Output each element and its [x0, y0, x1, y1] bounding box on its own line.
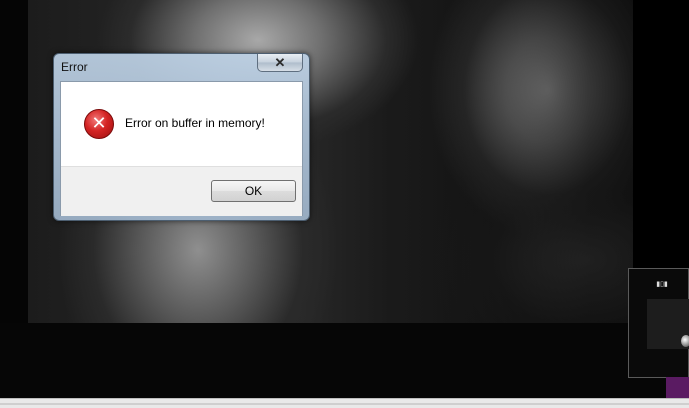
button-area: OK [61, 166, 302, 216]
message-area: ✕ Error on buffer in memory! [61, 82, 302, 166]
taskbar-tab[interactable] [666, 377, 689, 398]
error-message: Error on buffer in memory! [125, 116, 265, 130]
status-strip [0, 398, 689, 408]
close-button[interactable]: ✕ [257, 54, 303, 72]
dialog-title: Error [61, 60, 88, 74]
error-dialog: Error ✕ ✕ Error on buffer in memory! OK [53, 53, 310, 221]
video-shade [413, 0, 633, 323]
thumbnail-panel[interactable]: ▮▯▮ [628, 268, 689, 378]
knob-icon[interactable] [681, 335, 689, 347]
close-icon: ✕ [274, 55, 286, 70]
error-icon: ✕ [84, 109, 114, 139]
equalizer-icon: ▮▯▮ [656, 281, 668, 288]
error-cross-icon: ✕ [91, 113, 107, 134]
screen: ▮▯▮ Error ✕ ✕ Error on buffer in memory!… [0, 0, 689, 408]
ok-button[interactable]: OK [211, 180, 296, 202]
video-bottom-bar [0, 323, 689, 398]
status-line [0, 403, 689, 405]
dialog-body: ✕ Error on buffer in memory! OK [60, 81, 303, 216]
